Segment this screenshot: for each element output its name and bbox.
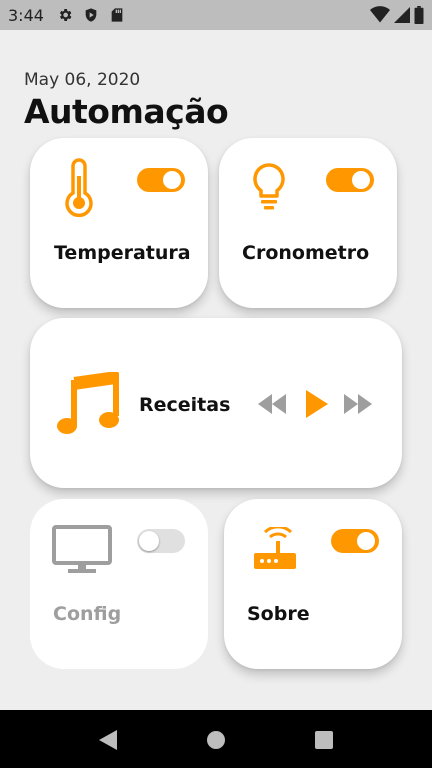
config-card[interactable]: Config (30, 499, 208, 669)
temperatura-toggle[interactable] (137, 168, 185, 192)
fast-forward-icon[interactable] (344, 394, 372, 419)
app-screen: 3:44 May 06, 2020 Automação Temperatura … (0, 0, 432, 768)
sobre-toggle[interactable] (331, 529, 379, 553)
config-toggle[interactable] (137, 529, 185, 553)
system-nav-bar (0, 710, 432, 768)
toggle-knob (139, 531, 159, 551)
back-icon[interactable] (96, 728, 120, 752)
sobre-label: Sobre (247, 603, 310, 625)
rewind-icon[interactable] (258, 394, 286, 419)
play-protect-icon (82, 6, 100, 24)
toggle-knob (357, 532, 375, 550)
gear-icon (56, 6, 74, 24)
status-bar: 3:44 (0, 0, 432, 30)
page-title: Automação (24, 92, 229, 131)
music-note-icon (56, 371, 120, 441)
receitas-card[interactable]: Receitas (30, 318, 402, 488)
cronometro-card[interactable]: Cronometro (219, 138, 397, 308)
date-label: May 06, 2020 (24, 70, 141, 90)
router-icon (252, 525, 298, 576)
thermometer-icon (64, 158, 94, 223)
wifi-icon (370, 6, 390, 29)
temperatura-card[interactable]: Temperatura (30, 138, 208, 308)
recents-icon[interactable] (312, 728, 336, 752)
signal-icon (394, 6, 410, 29)
status-right-icons (370, 6, 424, 29)
sobre-card[interactable]: Sobre (224, 499, 402, 669)
toggle-knob (352, 171, 370, 189)
config-label: Config (53, 603, 122, 625)
play-icon[interactable] (306, 390, 328, 423)
monitor-icon (52, 525, 112, 580)
lightbulb-icon (249, 162, 289, 217)
status-time: 3:44 (8, 5, 44, 25)
sd-card-icon (108, 6, 126, 24)
toggle-knob (163, 171, 181, 189)
receitas-label: Receitas (139, 394, 231, 416)
battery-icon (414, 6, 424, 29)
cronometro-label: Cronometro (242, 242, 370, 264)
home-icon[interactable] (204, 728, 228, 752)
cronometro-toggle[interactable] (326, 168, 374, 192)
temperatura-label: Temperatura (54, 242, 191, 264)
